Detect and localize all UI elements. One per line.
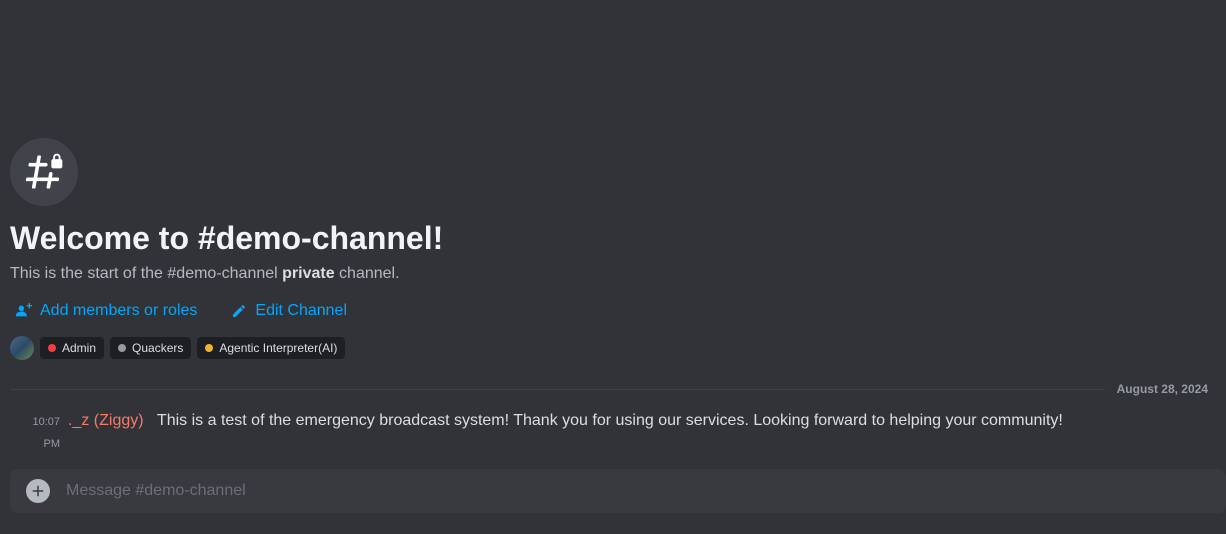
- channel-icon-badge: [10, 138, 78, 206]
- role-dot: [118, 344, 126, 352]
- channel-content: Welcome to #demo-channel! This is the st…: [10, 138, 1226, 513]
- plus-icon: [29, 482, 47, 500]
- edit-channel-label: Edit Channel: [255, 302, 347, 320]
- pencil-icon: [231, 303, 247, 319]
- message-row: 10:07 PM ._z (Ziggy) This is a test of t…: [10, 404, 1226, 469]
- message-composer: [10, 469, 1226, 513]
- role-label: Admin: [62, 341, 96, 355]
- role-label: Agentic Interpreter(AI): [219, 341, 337, 355]
- message-timestamp: 10:07 PM: [18, 411, 60, 455]
- channel-actions: Add members or roles Edit Channel: [10, 298, 1226, 324]
- divider-date: August 28, 2024: [1113, 382, 1212, 396]
- message-author[interactable]: ._z (Ziggy): [68, 412, 144, 429]
- subtitle-emph: private: [282, 265, 334, 282]
- role-dot: [205, 344, 213, 352]
- divider-line: [10, 389, 1105, 390]
- add-members-label: Add members or roles: [40, 302, 197, 320]
- role-chip-admin[interactable]: Admin: [40, 337, 104, 359]
- message-input[interactable]: [66, 482, 1210, 500]
- date-divider: August 28, 2024: [10, 382, 1226, 396]
- subtitle-post: channel.: [335, 265, 400, 282]
- role-dot: [48, 344, 56, 352]
- message-text: This is a test of the emergency broadcas…: [148, 412, 1063, 429]
- role-row: Admin Quackers Agentic Interpreter(AI): [10, 336, 1226, 360]
- welcome-subtitle: This is the start of the #demo-channel p…: [10, 264, 1226, 284]
- avatar[interactable]: [10, 336, 34, 360]
- role-label: Quackers: [132, 341, 183, 355]
- edit-channel-button[interactable]: Edit Channel: [225, 298, 353, 324]
- hash-lock-icon: [22, 150, 66, 194]
- role-chip-agentic-interpreter[interactable]: Agentic Interpreter(AI): [197, 337, 345, 359]
- add-members-icon: [16, 303, 32, 319]
- attach-button[interactable]: [26, 479, 50, 503]
- welcome-heading: Welcome to #demo-channel!: [10, 218, 1226, 258]
- role-chip-quackers[interactable]: Quackers: [110, 337, 191, 359]
- add-members-button[interactable]: Add members or roles: [10, 298, 203, 324]
- subtitle-pre: This is the start of the #demo-channel: [10, 265, 282, 282]
